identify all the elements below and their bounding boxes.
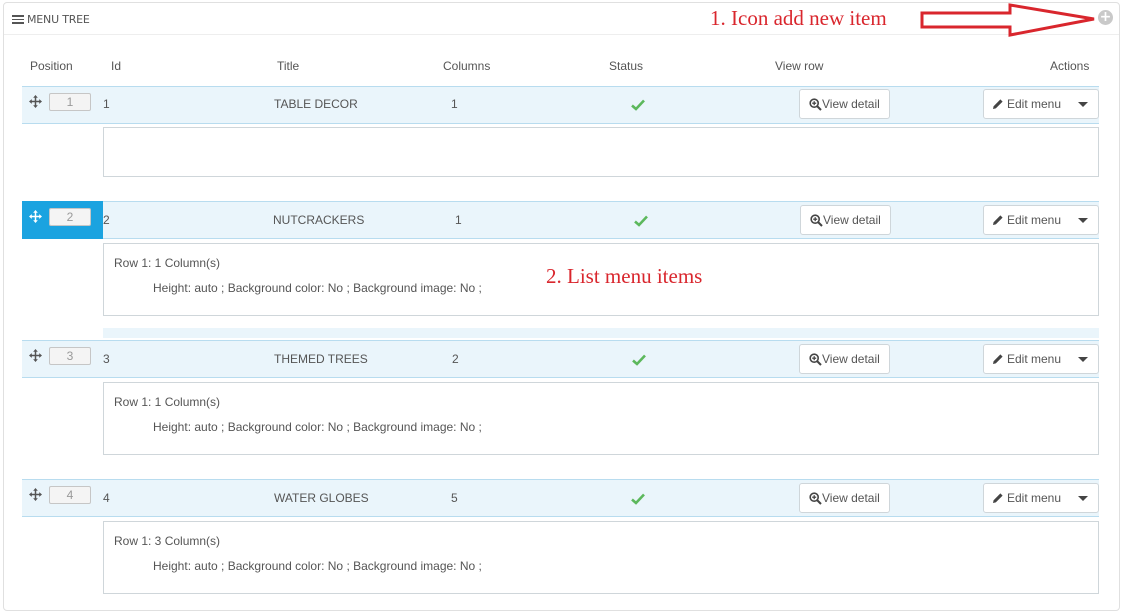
view-detail-label: View detail bbox=[823, 213, 881, 227]
detail-row-summary: Row 1: 1 Column(s) bbox=[114, 256, 221, 270]
row-separator bbox=[103, 328, 1099, 338]
pencil-icon bbox=[993, 99, 1003, 109]
col-id: Id bbox=[111, 59, 122, 73]
view-detail-button[interactable]: View detail bbox=[800, 205, 891, 235]
annotation-add-item: 1. Icon add new item bbox=[710, 6, 887, 30]
view-detail-button[interactable]: View detail bbox=[799, 344, 890, 374]
zoom-in-icon bbox=[809, 491, 822, 505]
edit-menu-button[interactable]: Edit menu bbox=[983, 205, 1099, 235]
row-columns: 1 bbox=[451, 97, 458, 111]
annotation-arrow bbox=[920, 3, 1095, 37]
row-detail-box: Row 1: 3 Column(s) Height: auto ; Backgr… bbox=[103, 521, 1099, 594]
col-columns: Columns bbox=[443, 59, 491, 73]
dropdown-caret-icon[interactable] bbox=[1078, 496, 1088, 501]
row-title: TABLE DECOR bbox=[274, 97, 358, 111]
add-new-item-icon[interactable]: + bbox=[1098, 10, 1113, 25]
view-detail-label: View detail bbox=[822, 97, 880, 111]
col-status: Status bbox=[609, 59, 644, 73]
detail-row-props: Height: auto ; Background color: No ; Ba… bbox=[153, 281, 482, 295]
list-icon bbox=[12, 15, 24, 24]
dropdown-caret-icon[interactable] bbox=[1078, 102, 1088, 107]
col-actions: Actions bbox=[1050, 59, 1090, 73]
position-cell: 1 bbox=[22, 86, 103, 124]
row-id: 4 bbox=[103, 491, 110, 505]
edit-menu-label: Edit menu bbox=[1007, 491, 1062, 505]
status-check-icon[interactable] bbox=[634, 215, 648, 227]
table-row bbox=[22, 479, 1099, 517]
row-title: NUTCRACKERS bbox=[273, 213, 365, 227]
position-input[interactable]: 3 bbox=[49, 347, 91, 365]
detail-row-props: Height: auto ; Background color: No ; Ba… bbox=[153, 559, 482, 573]
status-check-icon[interactable] bbox=[631, 99, 645, 111]
row-columns: 2 bbox=[452, 352, 459, 366]
position-cell: 4 bbox=[22, 479, 103, 517]
pencil-icon bbox=[993, 215, 1003, 225]
zoom-in-icon bbox=[809, 97, 822, 111]
view-detail-button[interactable]: View detail bbox=[799, 483, 890, 513]
position-input[interactable]: 2 bbox=[49, 208, 91, 226]
position-cell: 3 bbox=[22, 340, 103, 378]
edit-menu-label: Edit menu bbox=[1007, 97, 1062, 111]
annotation-list-items: 2. List menu items bbox=[546, 264, 703, 288]
row-columns: 5 bbox=[451, 491, 458, 505]
view-detail-label: View detail bbox=[822, 352, 880, 366]
table-row bbox=[22, 201, 1099, 239]
view-detail-button[interactable]: View detail bbox=[799, 89, 890, 119]
zoom-in-icon bbox=[810, 213, 823, 227]
edit-menu-button[interactable]: Edit menu bbox=[983, 483, 1099, 513]
edit-menu-label: Edit menu bbox=[1007, 352, 1062, 366]
move-icon[interactable] bbox=[29, 488, 42, 501]
position-input[interactable]: 4 bbox=[49, 486, 91, 504]
move-icon[interactable] bbox=[29, 95, 42, 108]
row-title: WATER GLOBES bbox=[274, 491, 369, 505]
move-icon[interactable] bbox=[29, 349, 42, 362]
zoom-in-icon bbox=[809, 352, 822, 366]
detail-row-summary: Row 1: 3 Column(s) bbox=[114, 534, 221, 548]
status-check-icon[interactable] bbox=[631, 493, 645, 505]
dropdown-caret-icon[interactable] bbox=[1078, 357, 1088, 362]
col-view-row: View row bbox=[775, 59, 824, 73]
edit-menu-label: Edit menu bbox=[1007, 213, 1062, 227]
row-id: 2 bbox=[103, 213, 110, 227]
table-row bbox=[22, 86, 1099, 124]
edit-menu-button[interactable]: Edit menu bbox=[983, 89, 1099, 119]
row-columns: 1 bbox=[455, 213, 462, 227]
pencil-icon bbox=[993, 493, 1003, 503]
row-id: 3 bbox=[103, 352, 110, 366]
view-detail-label: View detail bbox=[822, 491, 880, 505]
row-title: THEMED TREES bbox=[274, 352, 368, 366]
position-input[interactable]: 1 bbox=[49, 93, 91, 111]
position-cell: 2 bbox=[22, 201, 103, 239]
pencil-icon bbox=[993, 354, 1003, 364]
panel-title-text: MENU TREE bbox=[27, 13, 90, 26]
edit-menu-button[interactable]: Edit menu bbox=[983, 344, 1099, 374]
status-check-icon[interactable] bbox=[632, 354, 646, 366]
panel-title: MENU TREE bbox=[12, 13, 90, 26]
table-row bbox=[22, 340, 1099, 378]
detail-row-summary: Row 1: 1 Column(s) bbox=[114, 395, 221, 409]
row-detail-box bbox=[103, 127, 1099, 177]
detail-row-props: Height: auto ; Background color: No ; Ba… bbox=[153, 420, 482, 434]
col-position: Position bbox=[30, 59, 73, 73]
row-detail-box: Row 1: 1 Column(s) Height: auto ; Backgr… bbox=[103, 382, 1099, 455]
row-id: 1 bbox=[103, 97, 110, 111]
col-title: Title bbox=[277, 59, 300, 73]
move-icon[interactable] bbox=[29, 210, 42, 223]
dropdown-caret-icon[interactable] bbox=[1078, 218, 1088, 223]
